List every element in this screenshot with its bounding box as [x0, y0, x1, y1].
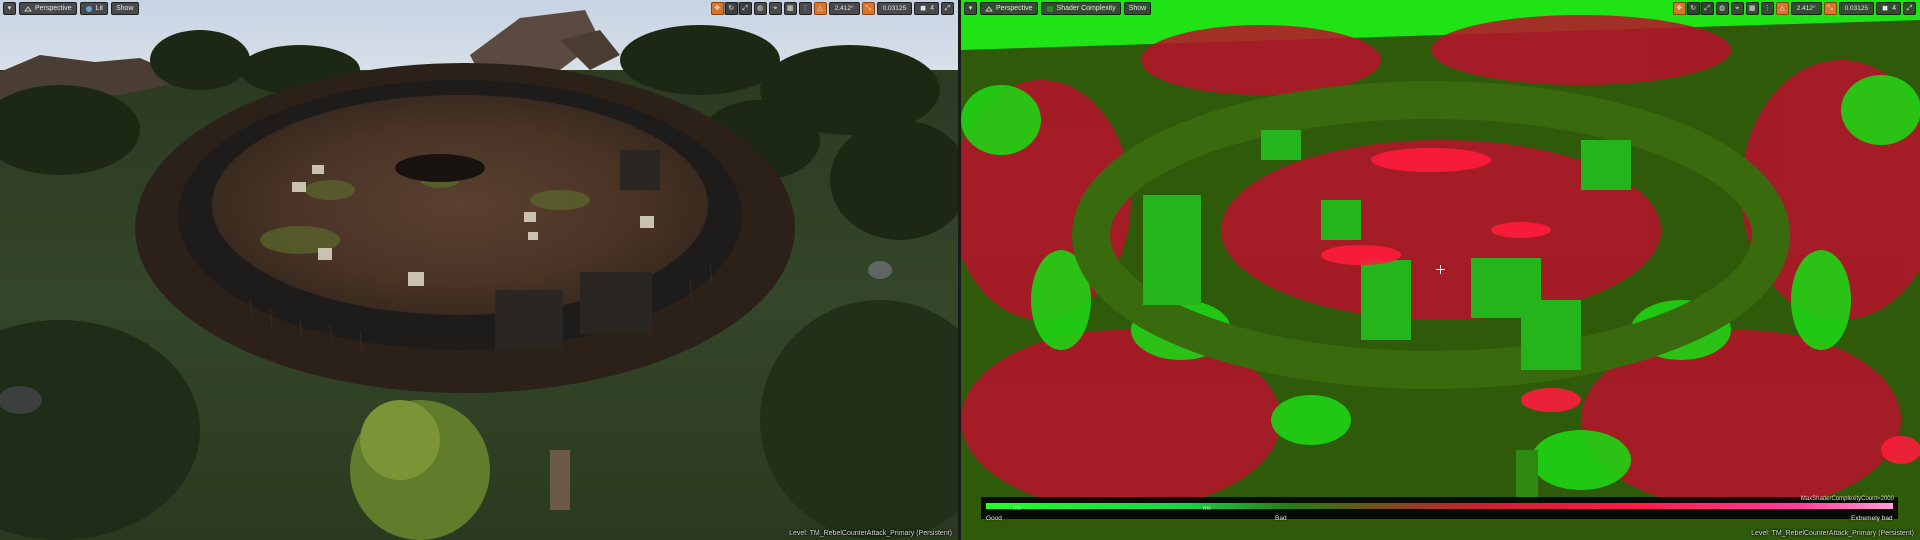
legend-tick-label: ms	[1203, 506, 1211, 512]
world-local-button[interactable]: ◍	[1715, 2, 1729, 15]
level-label: Level: TM_RebelCounterAttack_Primary (Pe…	[789, 530, 952, 537]
chevron-down-icon: ▾	[968, 4, 973, 12]
scale-snap-value[interactable]: 0.03125	[876, 2, 913, 15]
rotate-icon: ↻	[1690, 4, 1697, 12]
camera-speed-value: 4	[930, 5, 934, 12]
rotate-tool-button[interactable]: ↻	[1686, 2, 1700, 15]
camera-speed-icon: ◼	[920, 4, 926, 12]
right-viewport[interactable]: ▾ Perspective Shader Complexity Show ✥ ↻…	[961, 0, 1920, 540]
grid-size-button[interactable]: ⋮	[1760, 2, 1774, 15]
translate-icon: ✥	[714, 4, 721, 12]
translate-icon: ✥	[1676, 4, 1683, 12]
view-mode-button[interactable]: Perspective	[19, 2, 77, 15]
rotation-snap-toggle[interactable]: △	[813, 2, 827, 15]
shader-complexity-icon	[1046, 5, 1054, 13]
maximize-viewport-button[interactable]: ⤢	[941, 2, 954, 15]
rotate-tool-button[interactable]: ↻	[724, 2, 738, 15]
perspective-icon	[985, 5, 993, 13]
viewport-options-button[interactable]: ▾	[3, 2, 16, 15]
left-viewport[interactable]: ▾ Perspective Lit Show ✥ ↻ ⤢ ◍ ⌖ ▦ ⋮ △ 2…	[0, 0, 958, 540]
scale-icon: ⤢	[742, 4, 749, 12]
show-menu-button[interactable]: Show	[110, 2, 139, 15]
scale-snap-toggle[interactable]: ⤡	[861, 2, 875, 15]
shader-complexity-legend: MaxShaderComplexityCount=2000 ms ms Good…	[981, 496, 1898, 525]
world-local-button[interactable]: ◍	[753, 2, 767, 15]
surface-snap-button[interactable]: ⌖	[768, 2, 782, 15]
show-label: Show	[1128, 5, 1147, 12]
translate-tool-button[interactable]: ✥	[1672, 2, 1686, 15]
lighting-mode-label: Lit	[95, 5, 103, 12]
maximize-viewport-button[interactable]: ⤢	[1903, 2, 1916, 15]
scale-tool-button[interactable]: ⤢	[738, 2, 752, 15]
grid-size-icon: ⋮	[1763, 4, 1771, 12]
rotation-snap-icon: △	[1779, 4, 1785, 12]
lit-sphere-icon	[85, 5, 93, 13]
rotation-snap-icon: △	[817, 4, 823, 12]
rotation-snap-toggle[interactable]: △	[1775, 2, 1789, 15]
legend-tick-label: ms	[1013, 506, 1021, 512]
legend-bad-label: Bad	[1275, 515, 1287, 522]
camera-speed-icon: ◼	[1882, 4, 1888, 12]
view-mode-label: Perspective	[35, 5, 72, 12]
world-local-icon: ◍	[757, 4, 764, 12]
rotation-snap-value[interactable]: 2.412°	[1790, 2, 1822, 15]
legend-good-label: Good	[986, 515, 1002, 522]
maximize-icon: ⤢	[944, 4, 951, 12]
transform-toolbar: ✥ ↻ ⤢ ◍ ⌖ ▦ ⋮ △ 2.412° ⤡ 0.03125 ◼ 4 ⤢	[1672, 2, 1916, 15]
surface-snap-icon: ⌖	[773, 4, 778, 12]
surface-snap-icon: ⌖	[1735, 4, 1740, 12]
perspective-icon	[24, 5, 32, 13]
camera-speed-button[interactable]: ◼ 4	[1876, 2, 1901, 15]
rotate-icon: ↻	[728, 4, 735, 12]
lighting-mode-label: Shader Complexity	[1056, 5, 1116, 12]
translate-tool-button[interactable]: ✥	[710, 2, 724, 15]
viewport-options-button[interactable]: ▾	[964, 2, 977, 15]
legend-max-count: MaxShaderComplexityCount=2000	[1800, 496, 1894, 502]
view-mode-button[interactable]: Perspective	[980, 2, 1038, 15]
show-label: Show	[115, 5, 134, 12]
scale-snap-toggle[interactable]: ⤡	[1823, 2, 1837, 15]
complexity-gradient-bar	[986, 503, 1893, 509]
chevron-down-icon: ▾	[7, 4, 12, 12]
grid-snap-button[interactable]: ▦	[1745, 2, 1759, 15]
scale-icon: ⤢	[1704, 4, 1711, 12]
view-mode-label: Perspective	[996, 5, 1033, 12]
grid-snap-button[interactable]: ▦	[783, 2, 797, 15]
maximize-icon: ⤢	[1906, 4, 1913, 12]
lighting-mode-button[interactable]: Shader Complexity	[1040, 2, 1121, 15]
rotation-snap-value[interactable]: 2.412°	[828, 2, 860, 15]
surface-snap-button[interactable]: ⌖	[1730, 2, 1744, 15]
world-local-icon: ◍	[1719, 4, 1726, 12]
show-menu-button[interactable]: Show	[1123, 2, 1152, 15]
scale-snap-value[interactable]: 0.03125	[1838, 2, 1875, 15]
scale-tool-button[interactable]: ⤢	[1700, 2, 1714, 15]
grid-snap-icon: ▦	[786, 4, 794, 12]
scale-snap-icon: ⤡	[865, 4, 871, 12]
grid-snap-icon: ▦	[1748, 4, 1756, 12]
viewport-crosshair-icon	[1436, 265, 1445, 274]
grid-size-icon: ⋮	[801, 4, 809, 12]
level-label: Level: TM_RebelCounterAttack_Primary (Pe…	[1751, 530, 1914, 537]
camera-speed-value: 4	[1892, 5, 1896, 12]
scale-snap-icon: ⤡	[1827, 4, 1833, 12]
lighting-mode-button[interactable]: Lit	[79, 2, 108, 15]
transform-toolbar: ✥ ↻ ⤢ ◍ ⌖ ▦ ⋮ △ 2.412° ⤡ 0.03125 ◼ 4 ⤢	[710, 2, 954, 15]
lit-scene-render[interactable]	[0, 0, 958, 540]
camera-speed-button[interactable]: ◼ 4	[914, 2, 939, 15]
legend-extreme-label: Extremely bad	[1851, 515, 1893, 522]
grid-size-button[interactable]: ⋮	[798, 2, 812, 15]
